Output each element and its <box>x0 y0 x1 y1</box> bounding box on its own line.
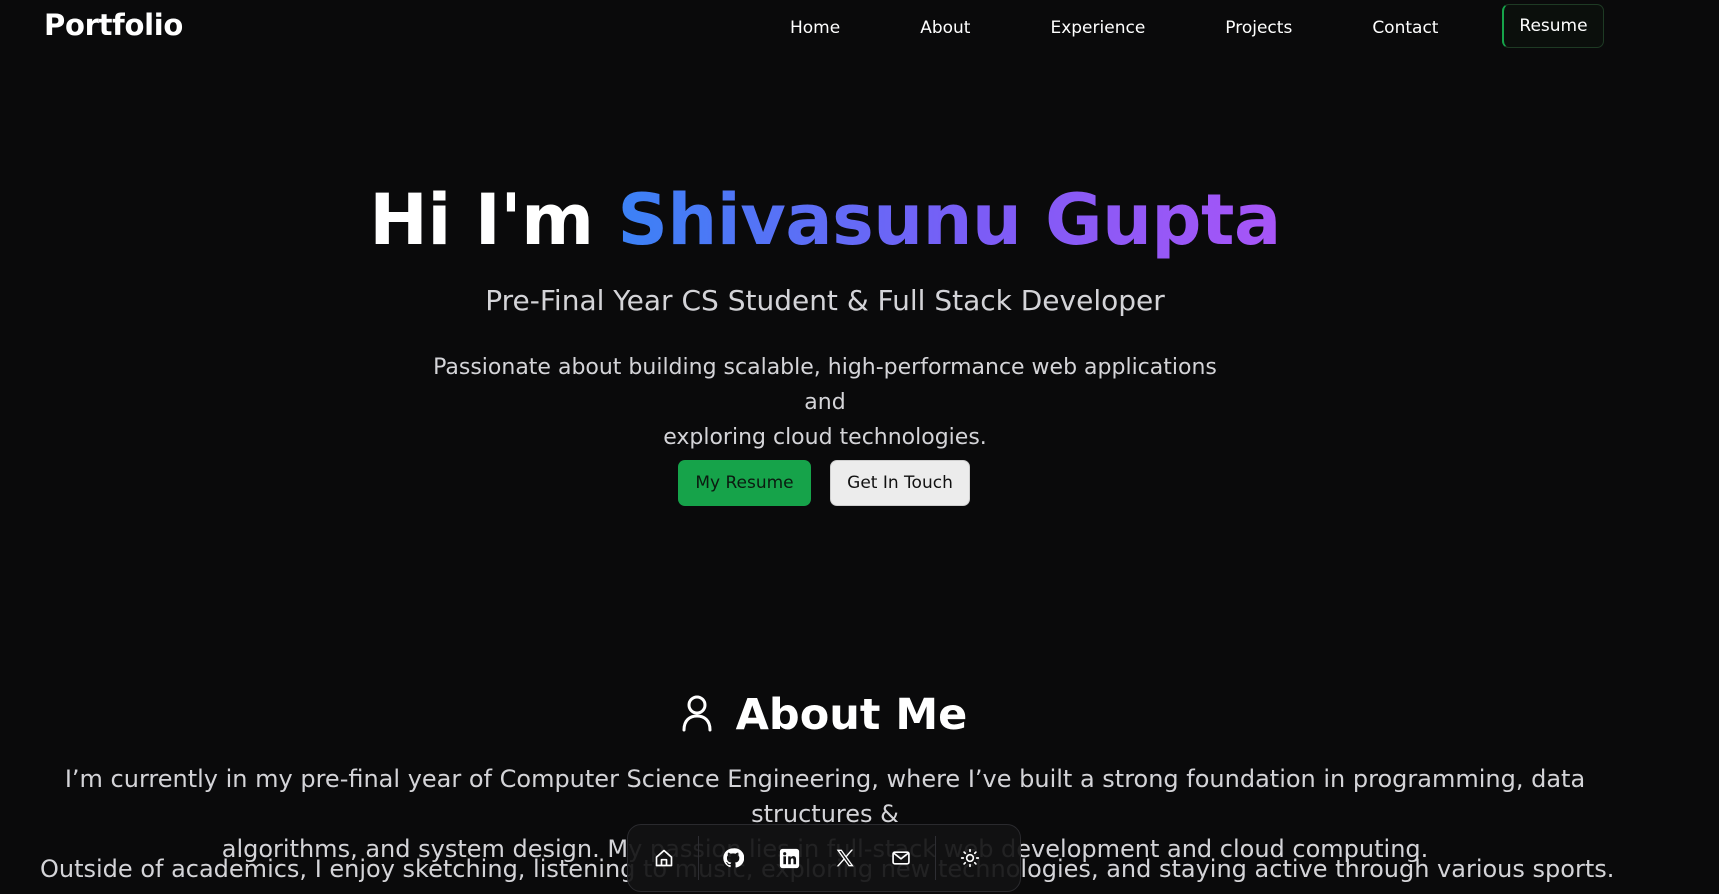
hero-description: Passionate about building scalable, high… <box>430 350 1220 455</box>
top-nav: Home About Experience Projects Contact <box>790 0 1498 56</box>
dock-x-button[interactable] <box>817 832 873 884</box>
floating-dock <box>627 824 1021 892</box>
about-title: About Me <box>735 690 968 740</box>
dock-linkedin-button[interactable] <box>761 832 817 884</box>
dock-divider <box>698 836 699 880</box>
nav-projects[interactable]: Projects <box>1225 18 1292 38</box>
x-icon <box>835 848 855 868</box>
hero-greeting: Hi I'm <box>369 179 594 261</box>
my-resume-button[interactable]: My Resume <box>678 460 811 506</box>
nav-experience[interactable]: Experience <box>1050 18 1145 38</box>
home-icon <box>654 848 674 868</box>
mail-icon <box>891 848 911 868</box>
dock-home-button[interactable] <box>636 832 692 884</box>
dock-mail-button[interactable] <box>873 832 929 884</box>
nav-contact[interactable]: Contact <box>1372 18 1438 38</box>
brand-logo[interactable]: Portfolio <box>44 8 183 42</box>
hero-desc-line-2: exploring cloud technologies. <box>663 425 987 450</box>
dock-github-button[interactable] <box>705 832 761 884</box>
dock-theme-toggle[interactable] <box>942 832 998 884</box>
nav-about[interactable]: About <box>920 18 970 38</box>
hero-name: Shivasunu Gupta <box>617 179 1282 261</box>
about-heading: About Me <box>0 690 1719 740</box>
dock-divider <box>935 836 936 880</box>
linkedin-icon <box>779 848 800 869</box>
get-in-touch-button[interactable]: Get In Touch <box>830 460 970 506</box>
nav-home[interactable]: Home <box>790 18 840 38</box>
hero-title: Hi I'm Shivasunu Gupta <box>0 175 1650 265</box>
hero-subtitle: Pre-Final Year CS Student & Full Stack D… <box>485 284 1165 317</box>
nav-resume-button[interactable]: Resume <box>1502 4 1604 48</box>
portfolio-page: Portfolio Home About Experience Projects… <box>0 0 1719 894</box>
user-icon <box>682 694 712 736</box>
sun-icon <box>960 848 980 868</box>
github-icon <box>722 847 744 869</box>
hero-desc-line-1: Passionate about building scalable, high… <box>433 355 1217 415</box>
about-p1-line-1: I’m currently in my pre-final year of Co… <box>64 765 1586 828</box>
